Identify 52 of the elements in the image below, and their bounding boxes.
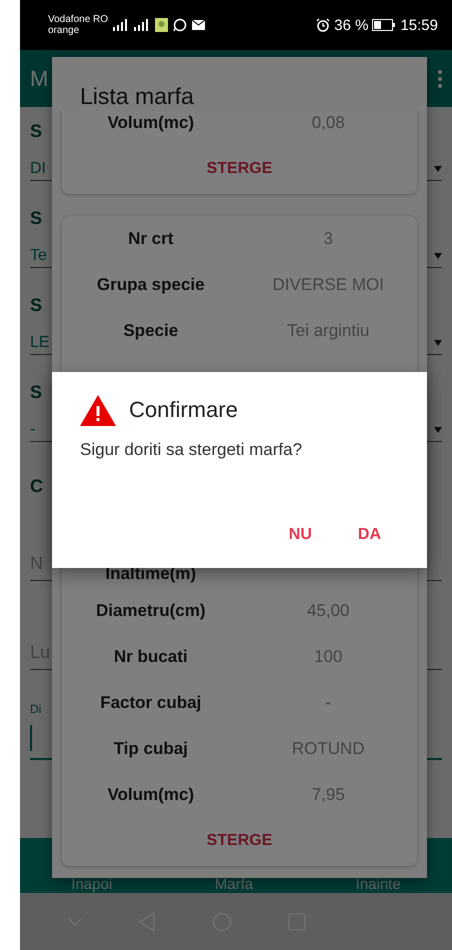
row-value: 3 [324, 229, 333, 249]
dropdown-caret-icon[interactable] [434, 252, 442, 260]
row-label: Volum(mc) [107, 113, 194, 133]
row-value: 7,95 [312, 785, 345, 805]
carrier-label: Vodafone RO orange [48, 14, 108, 36]
delete-button[interactable]: STERGE [198, 828, 280, 854]
row-label: Diametru(cm) [96, 601, 206, 621]
field-label: S [30, 382, 42, 402]
dialog-message: Sigur doriti sa stergeti marfa? [80, 440, 304, 460]
nav-tab[interactable]: Inapoi [71, 876, 112, 893]
row-value: - [325, 693, 332, 713]
row-label: Nr crt [128, 229, 174, 249]
field-label: S [30, 208, 42, 228]
row-value: 100 [314, 647, 342, 667]
row-value: ROTUND [292, 739, 365, 759]
nav-tab[interactable]: Inainte [356, 876, 401, 893]
field-label: S [30, 295, 42, 315]
row-label: Specie [123, 321, 178, 341]
dialog-title: Lista marfa [79, 82, 195, 111]
section-title: C [30, 476, 43, 496]
mail-icon [192, 20, 206, 30]
dialog-title: Confirmare [129, 397, 238, 423]
field-label: S [30, 121, 42, 141]
clock: 15:59 [400, 16, 438, 34]
signal-icon [134, 19, 150, 31]
row-label: Tip cubaj [114, 739, 188, 759]
battery-percent: 36 % [334, 16, 368, 34]
row-label: Volum(mc) [107, 785, 194, 805]
dropdown-caret-icon[interactable] [434, 339, 442, 347]
delete-button[interactable]: STERGE [198, 156, 280, 182]
dropdown-caret-icon[interactable] [434, 426, 442, 434]
row-value: Tei argintiu [287, 321, 370, 341]
row-label: Factor cubaj [100, 693, 202, 713]
row-label: Nr bucati [114, 647, 188, 667]
image-icon [155, 18, 168, 32]
alarm-icon [316, 18, 330, 32]
dialog-button[interactable]: NU [284, 520, 316, 550]
dialog-button[interactable]: DA [354, 520, 385, 550]
chat-icon [173, 18, 188, 32]
row-value: DIVERSE MOI [272, 275, 384, 295]
battery-icon [372, 19, 396, 31]
field-label: Di [30, 702, 42, 716]
app-title: M [30, 66, 48, 92]
row-label: Inaltime(m) [105, 564, 196, 584]
signal-icon [111, 19, 130, 31]
warning-icon [80, 394, 116, 426]
dropdown-caret-icon[interactable] [434, 165, 442, 173]
nav-tab[interactable]: Marfa [214, 876, 254, 893]
row-label: Grupa specie [96, 275, 205, 295]
row-value: 0,08 [312, 113, 345, 133]
menu-icon[interactable] [438, 70, 442, 88]
row-value: 45,00 [306, 601, 350, 621]
